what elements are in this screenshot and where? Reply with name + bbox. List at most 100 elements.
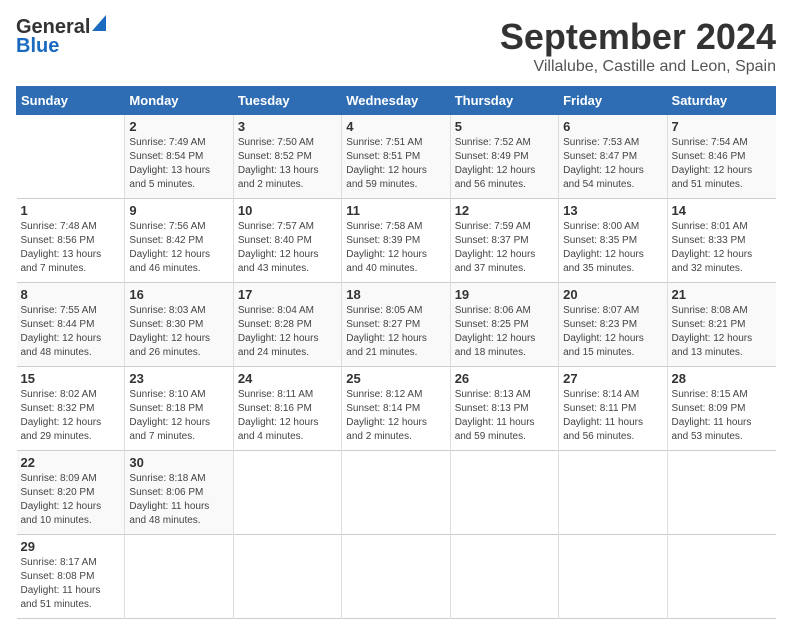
logo-blue: Blue — [16, 35, 59, 58]
calendar-day-cell — [233, 451, 341, 535]
day-number: 28 — [672, 371, 772, 386]
calendar-week-row: 15Sunrise: 8:02 AMSunset: 8:32 PMDayligh… — [17, 367, 776, 451]
day-number: 3 — [238, 119, 337, 134]
calendar-day-cell: 3 Sunrise: 7:50 AMSunset: 8:52 PMDaylight… — [233, 115, 341, 199]
calendar-day-cell: 12 Sunrise: 7:59 AMSunset: 8:37 PMDayligh… — [450, 199, 558, 283]
calendar-day-cell: 10Sunrise: 7:57 AMSunset: 8:40 PMDayligh… — [233, 199, 341, 283]
day-number: 22 — [21, 455, 121, 470]
calendar-day-cell: 4 Sunrise: 7:51 AMSunset: 8:51 PMDaylight… — [342, 115, 450, 199]
day-info: Sunrise: 7:52 AMSunset: 8:49 PMDaylight:… — [455, 137, 536, 190]
title-area: September 2024 Villalube, Castille and L… — [500, 16, 776, 76]
day-number: 29 — [21, 539, 121, 554]
day-info: Sunrise: 8:10 AMSunset: 8:18 PMDaylight:… — [129, 389, 210, 442]
header-row: Sunday Monday Tuesday Wednesday Thursday… — [17, 87, 776, 115]
day-info: Sunrise: 8:15 AMSunset: 8:09 PMDaylight:… — [672, 389, 752, 442]
day-info: Sunrise: 8:04 AMSunset: 8:28 PMDaylight:… — [238, 305, 319, 358]
day-info: Sunrise: 8:09 AMSunset: 8:20 PMDaylight:… — [21, 473, 102, 526]
day-number: 11 — [346, 203, 445, 218]
calendar-day-cell: 13 Sunrise: 8:00 AMSunset: 8:35 PMDayligh… — [559, 199, 667, 283]
col-tuesday: Tuesday — [233, 87, 341, 115]
calendar-day-cell — [233, 535, 341, 619]
calendar-day-cell — [667, 535, 775, 619]
calendar-day-cell — [125, 535, 233, 619]
day-info: Sunrise: 7:59 AMSunset: 8:37 PMDaylight:… — [455, 221, 536, 274]
calendar-day-cell: 14 Sunrise: 8:01 AMSunset: 8:33 PMDayligh… — [667, 199, 775, 283]
calendar-location: Villalube, Castille and Leon, Spain — [500, 58, 776, 76]
calendar-table: Sunday Monday Tuesday Wednesday Thursday… — [16, 86, 776, 619]
day-info: Sunrise: 7:57 AMSunset: 8:40 PMDaylight:… — [238, 221, 319, 274]
calendar-day-cell — [667, 451, 775, 535]
day-info: Sunrise: 8:01 AMSunset: 8:33 PMDaylight:… — [672, 221, 753, 274]
day-info: Sunrise: 7:49 AMSunset: 8:54 PMDaylight:… — [129, 137, 210, 190]
calendar-week-row: 22 Sunrise: 8:09 AMSunset: 8:20 PMDayligh… — [17, 451, 776, 535]
day-info: Sunrise: 7:50 AMSunset: 8:52 PMDaylight:… — [238, 137, 319, 190]
day-info: Sunrise: 7:58 AMSunset: 8:39 PMDaylight:… — [346, 221, 427, 274]
day-number: 16 — [129, 287, 228, 302]
col-sunday: Sunday — [17, 87, 125, 115]
day-info: Sunrise: 7:51 AMSunset: 8:51 PMDaylight:… — [346, 137, 427, 190]
day-number: 17 — [238, 287, 337, 302]
calendar-day-cell: 1 Sunrise: 7:48 AMSunset: 8:56 PMDaylight… — [17, 199, 125, 283]
calendar-day-cell — [450, 535, 558, 619]
day-info: Sunrise: 8:12 AMSunset: 8:14 PMDaylight:… — [346, 389, 427, 442]
day-number: 30 — [129, 455, 228, 470]
calendar-day-cell: 29 Sunrise: 8:17 AMSunset: 8:08 PMDayligh… — [17, 535, 125, 619]
calendar-day-cell: 6 Sunrise: 7:53 AMSunset: 8:47 PMDaylight… — [559, 115, 667, 199]
day-number: 13 — [563, 203, 662, 218]
calendar-day-cell: 9Sunrise: 7:56 AMSunset: 8:42 PMDaylight… — [125, 199, 233, 283]
calendar-day-cell: 20Sunrise: 8:07 AMSunset: 8:23 PMDayligh… — [559, 283, 667, 367]
calendar-day-cell: 18Sunrise: 8:05 AMSunset: 8:27 PMDayligh… — [342, 283, 450, 367]
day-number: 1 — [21, 203, 121, 218]
logo-triangle — [92, 15, 106, 36]
calendar-day-cell: 2Sunrise: 7:49 AMSunset: 8:54 PMDaylight… — [125, 115, 233, 199]
logo: General Blue — [16, 16, 106, 58]
day-info: Sunrise: 8:11 AMSunset: 8:16 PMDaylight:… — [238, 389, 319, 442]
day-number: 12 — [455, 203, 554, 218]
day-info: Sunrise: 8:06 AMSunset: 8:25 PMDaylight:… — [455, 305, 536, 358]
col-wednesday: Wednesday — [342, 87, 450, 115]
day-number: 4 — [346, 119, 445, 134]
day-info: Sunrise: 8:18 AMSunset: 8:06 PMDaylight:… — [129, 473, 209, 526]
day-info: Sunrise: 8:03 AMSunset: 8:30 PMDaylight:… — [129, 305, 210, 358]
day-info: Sunrise: 7:54 AMSunset: 8:46 PMDaylight:… — [672, 137, 753, 190]
calendar-header: Sunday Monday Tuesday Wednesday Thursday… — [17, 87, 776, 115]
day-info: Sunrise: 8:00 AMSunset: 8:35 PMDaylight:… — [563, 221, 644, 274]
day-number: 7 — [672, 119, 772, 134]
calendar-day-cell: 28 Sunrise: 8:15 AMSunset: 8:09 PMDayligh… — [667, 367, 775, 451]
calendar-day-cell: 17 Sunrise: 8:04 AMSunset: 8:28 PMDayligh… — [233, 283, 341, 367]
day-info: Sunrise: 7:48 AMSunset: 8:56 PMDaylight:… — [21, 221, 102, 274]
day-number: 21 — [672, 287, 772, 302]
calendar-day-cell: 22 Sunrise: 8:09 AMSunset: 8:20 PMDayligh… — [17, 451, 125, 535]
col-saturday: Saturday — [667, 87, 775, 115]
page-header: General Blue September 2024 Villalube, C… — [16, 16, 776, 76]
day-number: 6 — [563, 119, 662, 134]
day-number: 14 — [672, 203, 772, 218]
col-monday: Monday — [125, 87, 233, 115]
calendar-week-row: 2Sunrise: 7:49 AMSunset: 8:54 PMDaylight… — [17, 115, 776, 199]
day-info: Sunrise: 7:53 AMSunset: 8:47 PMDaylight:… — [563, 137, 644, 190]
calendar-day-cell: 19 Sunrise: 8:06 AMSunset: 8:25 PMDayligh… — [450, 283, 558, 367]
calendar-day-cell: 15Sunrise: 8:02 AMSunset: 8:32 PMDayligh… — [17, 367, 125, 451]
day-info: Sunrise: 8:17 AMSunset: 8:08 PMDaylight:… — [21, 557, 101, 610]
calendar-day-cell: 23Sunrise: 8:10 AMSunset: 8:18 PMDayligh… — [125, 367, 233, 451]
calendar-day-cell: 5Sunrise: 7:52 AMSunset: 8:49 PMDaylight… — [450, 115, 558, 199]
day-number: 26 — [455, 371, 554, 386]
day-info: Sunrise: 8:08 AMSunset: 8:21 PMDaylight:… — [672, 305, 753, 358]
calendar-day-cell: 7 Sunrise: 7:54 AMSunset: 8:46 PMDaylight… — [667, 115, 775, 199]
day-info: Sunrise: 7:55 AMSunset: 8:44 PMDaylight:… — [21, 305, 102, 358]
day-number: 18 — [346, 287, 445, 302]
day-number: 19 — [455, 287, 554, 302]
calendar-day-cell: 16 Sunrise: 8:03 AMSunset: 8:30 PMDayligh… — [125, 283, 233, 367]
day-number: 9 — [129, 203, 228, 218]
calendar-day-cell — [342, 451, 450, 535]
day-number: 24 — [238, 371, 337, 386]
col-friday: Friday — [559, 87, 667, 115]
day-number: 8 — [21, 287, 121, 302]
col-thursday: Thursday — [450, 87, 558, 115]
calendar-body: 2Sunrise: 7:49 AMSunset: 8:54 PMDaylight… — [17, 115, 776, 619]
day-number: 25 — [346, 371, 445, 386]
day-number: 27 — [563, 371, 662, 386]
calendar-day-cell: 27Sunrise: 8:14 AMSunset: 8:11 PMDayligh… — [559, 367, 667, 451]
calendar-day-cell: 11 Sunrise: 7:58 AMSunset: 8:39 PMDayligh… — [342, 199, 450, 283]
calendar-day-cell — [559, 451, 667, 535]
